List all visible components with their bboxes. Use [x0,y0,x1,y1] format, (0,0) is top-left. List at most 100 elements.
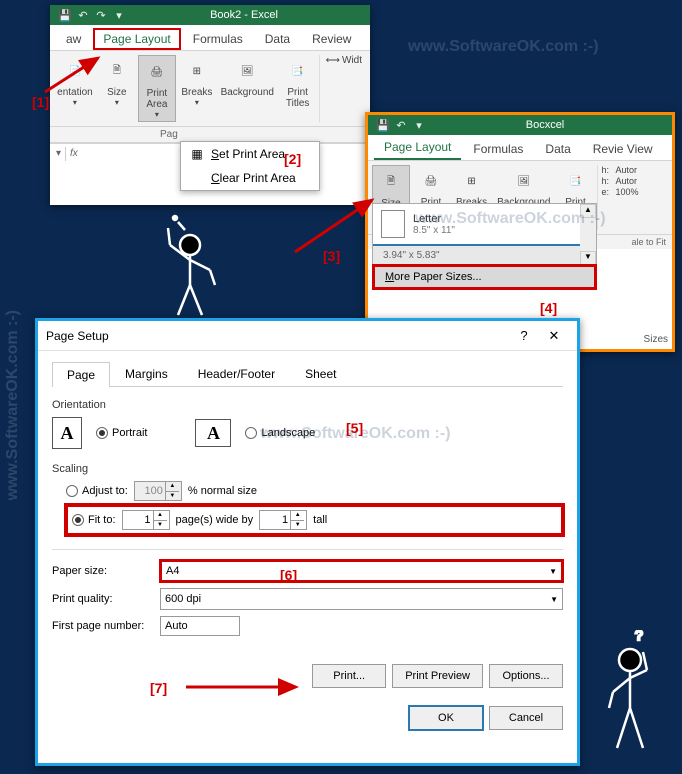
tab-page[interactable]: Page [52,362,110,387]
tab-data[interactable]: Data [535,138,580,160]
landscape-radio[interactable]: Landscape [245,427,315,439]
tab-draw[interactable]: aw [56,28,91,50]
spin-up-icon[interactable]: ▲ [165,482,179,492]
ribbon: 📄 entation▾ 🗎 Size▾ 🖨 Print Area▾ ⊞ Brea… [50,51,370,127]
print-area-button[interactable]: 🖨 Print Area▾ [138,55,176,122]
fit-to-radio[interactable]: Fit to: [72,514,116,526]
sizes-text: Sizes [644,334,668,345]
undo-icon[interactable]: ↶ [394,118,408,132]
tab-review[interactable]: Revie View [583,138,663,160]
options-button[interactable]: Options... [489,664,563,688]
clear-print-area[interactable]: Clear Print Area [181,166,319,190]
landscape-label: Landscape [261,427,315,439]
redo-icon[interactable]: ↷ [94,8,108,22]
fx-label[interactable]: fx [70,148,78,159]
first-page-row: First page number: [52,616,563,636]
fit-tall-input[interactable] [260,511,290,529]
fit-label: Fit to: [88,514,116,526]
current-size-row[interactable]: 3.94" x 5.83" [373,246,580,265]
divider [52,549,563,550]
orientation-label: Orientation [52,399,563,411]
adjust-spinner[interactable]: ▲▼ [134,481,182,501]
scaling-group: Scaling Adjust to: ▲▼ % normal size Fit … [52,463,563,535]
tab-margins[interactable]: Margins [110,361,183,386]
tab-formulas[interactable]: Formulas [183,28,253,50]
breaks-icon: ⊞ [458,167,486,195]
adjust-unit: % normal size [188,485,257,497]
print-quality-label: Print quality: [52,593,152,605]
cancel-button[interactable]: Cancel [489,706,563,730]
print-button[interactable]: Print... [312,664,386,688]
set-print-area-icon: ▦ [189,146,205,162]
scrollbar[interactable]: ▲ ▼ [580,204,596,265]
adjust-input[interactable] [135,482,165,500]
first-page-input[interactable] [160,616,240,636]
spin-up-icon[interactable]: ▲ [153,511,167,521]
tab-header-footer[interactable]: Header/Footer [183,361,290,386]
watermark-text: www.SoftwareOK.com :-) [408,38,599,56]
print-preview-button[interactable]: Print Preview [392,664,483,688]
tab-sheet[interactable]: Sheet [290,361,351,386]
scroll-down-icon[interactable]: ▼ [580,251,596,265]
spin-up-icon[interactable]: ▲ [290,511,304,521]
save-icon[interactable]: 💾 [58,8,72,22]
print-titles-icon: 📑 [562,167,590,195]
ok-button[interactable]: OK [409,706,483,730]
paper-name: Letter [413,213,455,225]
window-title: Bocxcel [426,119,664,131]
qat-more-icon[interactable]: ▾ [112,8,126,22]
background-label: Background [221,87,274,98]
ribbon-tabs: Page Layout Formulas Data Revie View [368,135,672,161]
fit-tall-spinner[interactable]: ▲▼ [259,510,307,530]
size-button[interactable]: 🗎 Size▾ [98,55,136,122]
scroll-up-icon[interactable]: ▲ [580,204,596,218]
clear-print-area-icon [189,170,205,186]
print-quality-combo[interactable]: 600 dpi ▼ [160,588,563,610]
tab-review[interactable]: Review [302,28,361,50]
print-titles-button[interactable]: 📑 Print Titles [279,55,317,122]
tab-data[interactable]: Data [255,28,300,50]
tab-page-layout[interactable]: Page Layout [93,28,180,50]
adjust-label: Adjust to: [82,485,128,497]
spin-down-icon[interactable]: ▼ [153,521,167,530]
background-button[interactable]: 🖼 Background [218,55,277,122]
portrait-radio[interactable]: Portrait [96,427,147,439]
set-print-area[interactable]: ▦ Set Print Area [181,142,319,166]
close-button[interactable]: ✕ [539,328,569,344]
dialog-titlebar: Page Setup ? ✕ [38,321,577,351]
help-button[interactable]: ? [509,328,539,343]
scale-value[interactable]: 100% [616,187,639,197]
spin-down-icon[interactable]: ▼ [165,492,179,501]
breaks-button[interactable]: ⊞ Breaks▾ [178,55,216,122]
background-icon: 🖼 [510,167,538,195]
tab-formulas[interactable]: Formulas [463,138,533,160]
excel-window-2: 💾 ↶ ▾ Bocxcel Page Layout Formulas Data … [365,112,675,352]
paper-size-letter[interactable]: Letter 8.5" x 11" [373,204,580,244]
paper-size-combo[interactable]: A4 ▼ [160,560,563,582]
excel-window-1: 💾 ↶ ↷ ▾ Book2 - Excel aw Page Layout For… [50,5,370,205]
background-icon: 🖼 [233,57,261,85]
tab-page-layout[interactable]: Page Layout [374,136,461,160]
paper-dims: 8.5" x 11" [413,225,455,236]
qat-more-icon[interactable]: ▾ [412,118,426,132]
width-group: ⟷ Widt [319,55,366,122]
adjust-to-radio[interactable]: Adjust to: [66,485,128,497]
width-value[interactable]: Autor [616,176,638,186]
orientation-button[interactable]: 📄 entation▾ [54,55,96,122]
undo-icon[interactable]: ↶ [76,8,90,22]
ok-cancel-buttons: OK Cancel [52,706,563,730]
tall-label: tall [313,514,327,526]
name-box-dropdown[interactable]: ▾ [56,148,61,159]
landscape-icon: A [195,419,231,447]
print-titles-icon: 📑 [284,57,312,85]
spin-down-icon[interactable]: ▼ [290,521,304,530]
save-icon[interactable]: 💾 [376,118,390,132]
watermark-text: www.SoftwareOK.com :-) [4,310,22,501]
size-icon: 🗎 [103,57,131,85]
callout-1: [1] [32,94,49,110]
ribbon-tabs: aw Page Layout Formulas Data Review [50,25,370,51]
fit-wide-spinner[interactable]: ▲▼ [122,510,170,530]
fit-wide-input[interactable] [123,511,153,529]
more-paper-sizes[interactable]: More Paper Sizes... [373,265,596,289]
height-value[interactable]: Autor [616,165,638,175]
